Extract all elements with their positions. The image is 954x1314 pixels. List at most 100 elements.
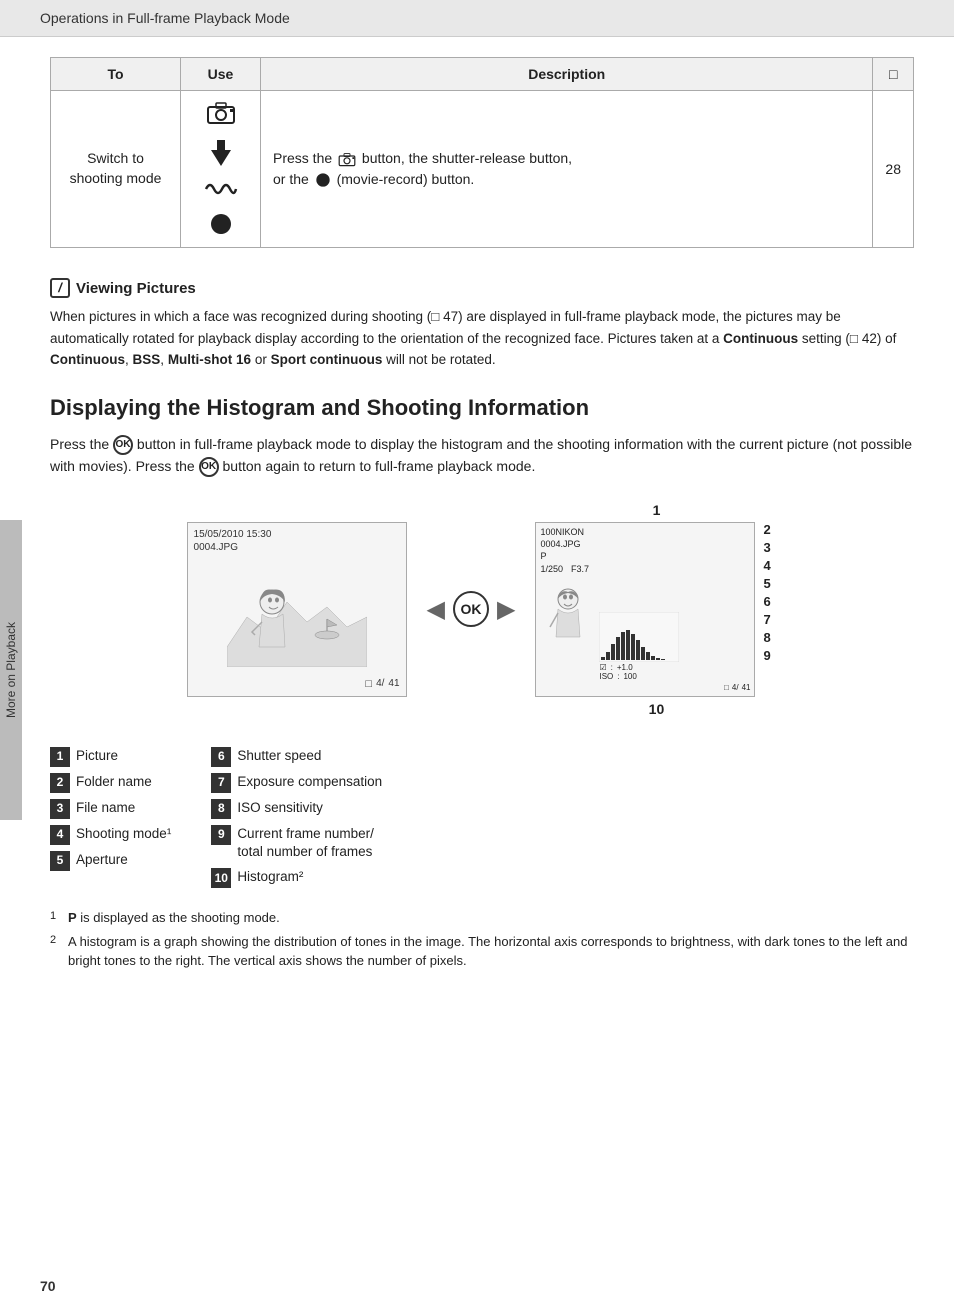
legend-num: 3 <box>50 799 70 819</box>
legend-text: Current frame number/total number of fra… <box>237 825 374 863</box>
right-mode: P <box>540 551 546 561</box>
page-ref: 28 <box>885 161 901 177</box>
legend-text: Picture <box>76 747 118 766</box>
legend-text: File name <box>76 799 135 818</box>
section-intro: Press the OK button in full-frame playba… <box>50 433 914 478</box>
page-header: Operations in Full-frame Playback Mode <box>0 0 954 37</box>
right-side-area: 100NIKON 0004.JPG P 1/250 F3.7 <box>535 522 777 697</box>
table-cell-ref: 28 <box>873 91 914 248</box>
col-header-description: Description <box>261 58 873 91</box>
label-10: 10 <box>535 701 777 717</box>
footnote-item: 1P is displayed as the shooting mode. <box>50 908 914 928</box>
table-cell-to: Switch to shooting mode <box>51 91 181 248</box>
note-title-text: Viewing Pictures <box>76 280 196 297</box>
legend-item: 7 Exposure compensation <box>211 773 382 793</box>
right-image-container: 1 100NIKON 0004.JPG P 1/25 <box>535 502 777 717</box>
movie-mode-icon <box>204 179 238 202</box>
right-histogram-svg <box>599 612 679 662</box>
legend-text: ISO sensitivity <box>237 799 323 818</box>
right-frame-total: 41 <box>742 683 751 692</box>
right-image-box: 100NIKON 0004.JPG P 1/250 F3.7 <box>535 522 755 697</box>
desc-mid: button, the shutter-release button, <box>362 150 572 166</box>
legend-item: 2 Folder name <box>50 773 171 793</box>
legend-text: Shooting mode¹ <box>76 825 171 844</box>
viewing-pictures-note: / Viewing Pictures When pictures in whic… <box>50 278 914 371</box>
inline-circle-icon <box>315 172 331 188</box>
note-edit-icon: / <box>50 278 70 298</box>
intro-part1: Press the <box>50 436 109 452</box>
desc-press-the: Press the <box>273 150 332 166</box>
table-cell-description: Press the button, the shutter-release bu… <box>261 91 873 248</box>
right-folder: 100NIKON <box>540 527 584 537</box>
camera-icon <box>206 99 236 128</box>
legend-num: 9 <box>211 825 231 845</box>
legend-num: 5 <box>50 851 70 871</box>
intro-part3: button again to return to full-frame pla… <box>223 458 536 474</box>
label-1: 1 <box>535 502 777 518</box>
right-frame-cur: 4/ <box>732 683 739 692</box>
col-header-use: Use <box>181 58 261 91</box>
navigation-arrows: ◀ OK ▶ <box>427 591 516 627</box>
right-aperture: F3.7 <box>571 564 589 574</box>
to-line1: Switch to <box>87 150 144 166</box>
ok-center-button[interactable]: OK <box>453 591 489 627</box>
col-header-ref: □ <box>873 58 914 91</box>
legend-num: 7 <box>211 773 231 793</box>
right-labels-list: 2 3 4 5 6 7 8 9 <box>763 522 777 697</box>
desc-or-the: or the <box>273 171 309 187</box>
right-iso-value: 100 <box>623 672 636 681</box>
diagram-area: 15/05/2010 15:30 0004.JPG <box>50 502 914 717</box>
page-number: 70 <box>40 1278 56 1294</box>
footnotes: 1P is displayed as the shooting mode. 2A … <box>50 908 914 971</box>
ok-button-icon-2: OK <box>199 457 219 477</box>
operations-table: To Use Description □ Switch to shooting … <box>50 57 914 248</box>
legend-text: Aperture <box>76 851 128 870</box>
left-image-container: 15/05/2010 15:30 0004.JPG <box>187 522 407 697</box>
legend-area: 1 Picture 2 Folder name 3 File name 4 Shooting … <box>50 747 914 889</box>
legend-item: 3 File name <box>50 799 171 819</box>
right-ev: +1.0 <box>617 663 633 672</box>
legend-text: Folder name <box>76 773 152 792</box>
legend-text: Exposure compensation <box>237 773 382 792</box>
note-body: When pictures in which a face was recogn… <box>50 306 914 371</box>
left-sketch-svg <box>227 567 367 667</box>
legend-item: 4 Shooting mode¹ <box>50 825 171 845</box>
right-iso-label: ISO <box>599 672 613 681</box>
legend-text: Histogram² <box>237 868 303 887</box>
legend-item: 10 Histogram² <box>211 868 382 888</box>
left-image-box: 15/05/2010 15:30 0004.JPG <box>187 522 407 697</box>
left-frame-total: 41 <box>388 678 399 690</box>
legend-item: 5 Aperture <box>50 851 171 871</box>
legend-item: 9 Current frame number/total number of fr… <box>211 825 382 863</box>
side-tab: More on Playback <box>0 520 22 820</box>
left-frame-cur: 4/ <box>376 678 384 690</box>
legend-num: 6 <box>211 747 231 767</box>
right-face-sketch <box>540 577 595 642</box>
left-filename: 0004.JPG <box>194 542 400 553</box>
legend-num: 2 <box>50 773 70 793</box>
legend-num: 1 <box>50 747 70 767</box>
main-content: To Use Description □ Switch to shooting … <box>0 37 954 1015</box>
table-cell-use <box>181 91 261 248</box>
ok-button-icon-1: OK <box>113 435 133 455</box>
legend-num: 8 <box>211 799 231 819</box>
header-title: Operations in Full-frame Playback Mode <box>40 10 290 26</box>
right-filename: 0004.JPG <box>540 539 580 549</box>
desc-end: (movie-record) button. <box>337 171 475 187</box>
legend-left-col: 1 Picture 2 Folder name 3 File name 4 Shooting … <box>50 747 171 889</box>
footnote-item: 2A histogram is a graph showing the dist… <box>50 932 914 971</box>
legend-num: 4 <box>50 825 70 845</box>
down-arrow-icon <box>209 138 233 169</box>
col-header-to: To <box>51 58 181 91</box>
legend-num: 10 <box>211 868 231 888</box>
legend-text: Shutter speed <box>237 747 321 766</box>
legend-item: 1 Picture <box>50 747 171 767</box>
right-shutter: 1/250 <box>540 564 563 574</box>
left-timestamp: 15/05/2010 15:30 <box>194 529 400 540</box>
movie-record-button-icon <box>209 212 233 239</box>
inline-camera-icon <box>338 151 356 167</box>
to-line2: shooting mode <box>70 170 162 186</box>
note-title-container: / Viewing Pictures <box>50 278 914 298</box>
legend-item: 6 Shutter speed <box>211 747 382 767</box>
side-tab-label: More on Playback <box>4 622 18 718</box>
